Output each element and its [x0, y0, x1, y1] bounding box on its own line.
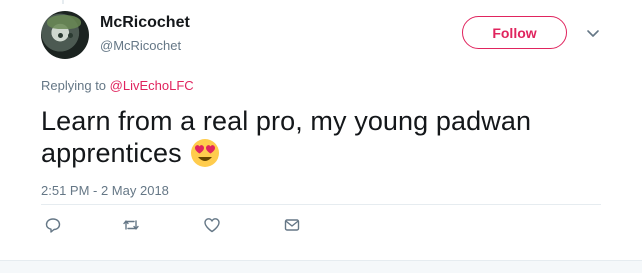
tweet-text: Learn from a real pro, my young padwan a… — [41, 105, 601, 169]
replying-prefix: Replying to — [41, 78, 110, 93]
retweet-icon[interactable] — [122, 216, 140, 234]
avatar[interactable] — [41, 11, 89, 59]
mail-icon[interactable] — [283, 216, 301, 234]
divider — [41, 204, 601, 205]
reply-icon[interactable] — [44, 216, 62, 234]
timestamp[interactable]: 2:51 PM - 2 May 2018 — [41, 183, 169, 198]
display-name[interactable]: McRicochet — [100, 14, 190, 32]
bottom-band — [0, 260, 642, 273]
avatar-eye-right — [68, 33, 73, 38]
avatar-eye-left — [58, 33, 63, 38]
thread-line — [62, 0, 64, 4]
heart-icon[interactable] — [203, 216, 221, 234]
username[interactable]: @McRicochet — [100, 38, 181, 53]
replying-to: Replying to @LivEchoLFC — [41, 78, 194, 93]
tweet-text-content: Learn from a real pro, my young padwan a… — [41, 106, 532, 168]
follow-button[interactable]: Follow — [462, 16, 567, 49]
mention-link[interactable]: @LivEchoLFC — [110, 78, 194, 93]
heart-eyes-emoji-icon — [191, 139, 220, 167]
chevron-down-icon[interactable] — [584, 24, 602, 42]
avatar-hair — [47, 15, 81, 29]
